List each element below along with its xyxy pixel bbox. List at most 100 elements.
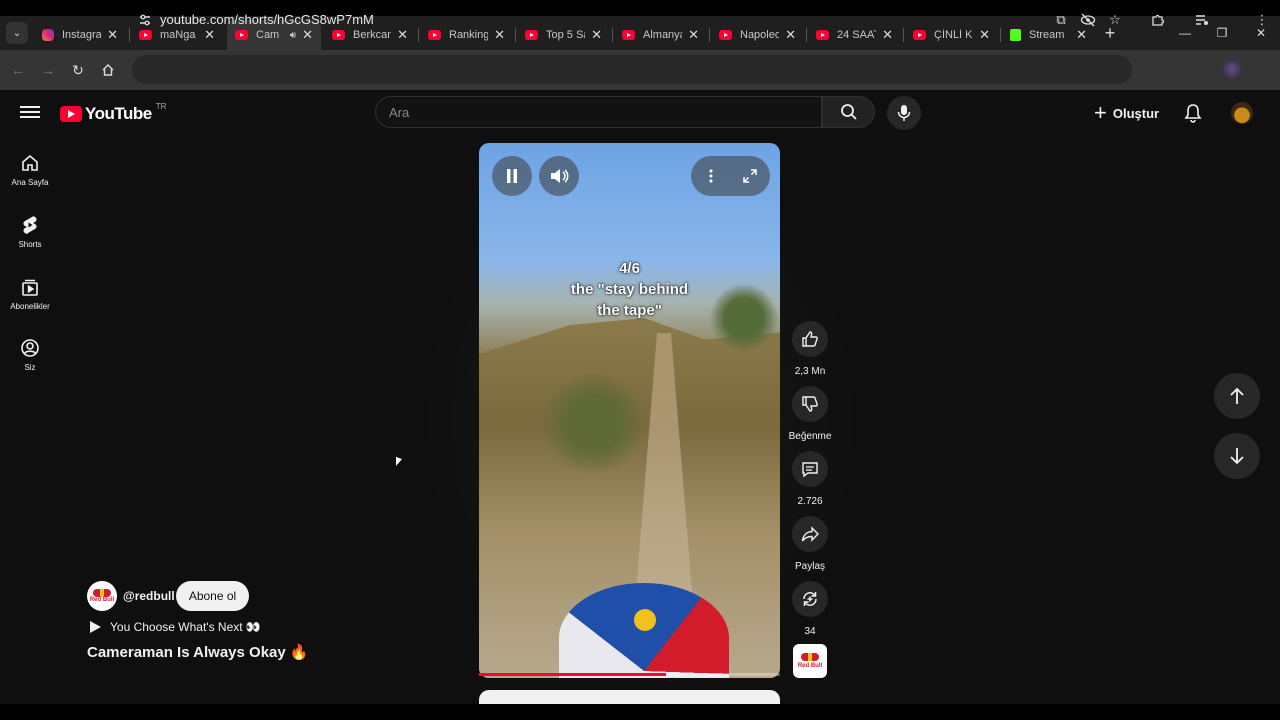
tab-title: Almanya (643, 29, 683, 41)
instagram-icon (42, 29, 54, 41)
tab-close-icon[interactable]: ✕ (979, 27, 990, 43)
tab-title: Napoleo (740, 29, 780, 41)
comment-count: 2.726 (797, 496, 823, 507)
comments-button[interactable]: 2.726 (790, 451, 830, 507)
search-input[interactable] (375, 96, 822, 128)
youtube-icon (525, 30, 538, 40)
sidebar-item-subscriptions[interactable]: Abonelikler (0, 277, 60, 311)
previous-short-button[interactable] (1214, 373, 1260, 419)
dislike-button[interactable]: Beğenme (789, 386, 831, 442)
more-options-button[interactable] (691, 156, 731, 196)
reload-icon[interactable]: ↻ (68, 60, 88, 80)
thumbs-up-icon (802, 331, 818, 347)
media-control-icon[interactable] (1194, 12, 1210, 28)
share-button[interactable]: Paylaş (790, 516, 830, 572)
back-arrow-icon[interactable]: ← (8, 60, 28, 80)
extensions-icon[interactable] (1150, 12, 1166, 28)
tab-close-icon[interactable]: ✕ (1076, 27, 1087, 43)
youtube-icon (913, 30, 926, 40)
hamburger-menu-icon[interactable] (20, 103, 40, 123)
eye-slash-icon[interactable] (1080, 12, 1096, 28)
tab-close-icon[interactable]: ✕ (397, 27, 408, 43)
tab-close-icon[interactable]: ✕ (494, 27, 505, 43)
volume-button[interactable] (539, 156, 579, 196)
tab-title: Cam (256, 29, 280, 41)
youtube-icon (139, 30, 152, 40)
youtube-icon (622, 30, 635, 40)
tab-divider (515, 28, 516, 42)
playlist-label: You Choose What's Next 👀 (110, 620, 261, 634)
create-button[interactable]: + Oluştur (1088, 96, 1165, 130)
bookmark-star-icon[interactable]: ☆ (1107, 12, 1123, 28)
tab-close-icon[interactable]: ✕ (204, 27, 215, 43)
remix-icon (803, 592, 817, 606)
browser-tab[interactable]: Ranking ✕ (420, 20, 513, 50)
shorts-icon (23, 216, 37, 234)
sidebar-item-home[interactable]: Ana Sayfa (0, 153, 60, 187)
fullscreen-button[interactable] (730, 156, 770, 196)
tab-search-dropdown-button[interactable]: ⌄ (6, 22, 28, 44)
address-bar[interactable] (132, 55, 1132, 84)
short-video-player[interactable] (479, 143, 780, 678)
sound-source-thumbnail[interactable]: Red Bull (793, 644, 827, 678)
tab-close-icon[interactable]: ✕ (882, 27, 893, 43)
video-frame-redbull-sun (634, 609, 656, 631)
video-frame-trees (539, 373, 649, 473)
browser-tab[interactable]: Top 5 Sa ✕ (517, 20, 610, 50)
tab-close-icon[interactable]: ✕ (107, 27, 118, 43)
sidebar-item-shorts[interactable]: Shorts (0, 215, 60, 249)
notifications-bell-icon[interactable] (1180, 100, 1206, 126)
account-avatar[interactable] (1231, 102, 1253, 124)
tab-title: 24 SAAT (837, 29, 877, 41)
tab-close-icon[interactable]: ✕ (302, 27, 313, 43)
browser-tab[interactable]: Instagra ✕ (34, 20, 126, 50)
browser-tab[interactable]: ÇİNLİ K ✕ (905, 20, 998, 50)
pause-button[interactable] (492, 156, 532, 196)
sidebar-item-label: Abonelikler (10, 302, 50, 311)
tab-close-icon[interactable]: ✕ (785, 27, 796, 43)
like-button[interactable]: 2,3 Mn (790, 321, 830, 377)
tab-divider (709, 28, 710, 42)
forward-arrow-icon[interactable]: → (38, 60, 58, 80)
remix-button[interactable]: 34 (790, 581, 830, 637)
tab-title: maNga (160, 29, 196, 41)
sidebar-item-you[interactable]: Siz (0, 338, 60, 372)
tab-divider (1000, 28, 1001, 42)
share-label: Paylaş (794, 561, 825, 572)
channel-avatar[interactable]: Red Bull (87, 581, 117, 611)
playlist-link[interactable]: You Choose What's Next 👀 (88, 620, 261, 634)
browser-tab[interactable]: Almanya ✕ (614, 20, 707, 50)
youtube-icon (332, 30, 345, 40)
tab-divider (903, 28, 904, 42)
site-settings-icon[interactable] (138, 13, 152, 27)
youtube-logo[interactable]: YouTube TR (60, 101, 167, 124)
progress-fill (479, 673, 666, 676)
video-title: Cameraman Is Always Okay 🔥 (87, 644, 309, 661)
channel-handle[interactable]: @redbull (123, 589, 175, 603)
browser-tab[interactable]: Napoleo ✕ (711, 20, 804, 50)
kick-icon (1010, 29, 1021, 41)
search-icon (840, 104, 857, 120)
share-icon (801, 526, 819, 542)
youtube-icon (428, 30, 441, 40)
like-count: 2,3 Mn (794, 366, 826, 377)
country-code: TR (155, 101, 167, 111)
tab-close-icon[interactable]: ✕ (591, 27, 602, 43)
voice-search-button[interactable] (887, 96, 921, 130)
cast-install-icon[interactable]: ⧉ (1053, 12, 1069, 28)
browser-menu-icon[interactable]: ⋮ (1254, 12, 1270, 28)
home-icon[interactable] (98, 60, 118, 80)
video-progress-bar[interactable] (479, 673, 780, 676)
next-short-button[interactable] (1214, 433, 1260, 479)
speaker-icon[interactable]: 🔊︎ (290, 30, 296, 41)
tab-close-icon[interactable]: ✕ (688, 27, 699, 43)
browser-tab[interactable]: 24 SAAT ✕ (808, 20, 901, 50)
more-vertical-icon (709, 169, 713, 183)
sidebar-item-label: Siz (24, 363, 36, 372)
tab-title: ÇİNLİ K (934, 29, 973, 41)
profile-avatar[interactable] (1223, 60, 1241, 78)
url-text[interactable]: youtube.com/shorts/hGcGS8wP7mM (160, 12, 374, 27)
search-button[interactable] (822, 96, 875, 128)
subscribe-button[interactable]: Abone ol (176, 581, 249, 611)
youtube-icon (235, 30, 248, 40)
